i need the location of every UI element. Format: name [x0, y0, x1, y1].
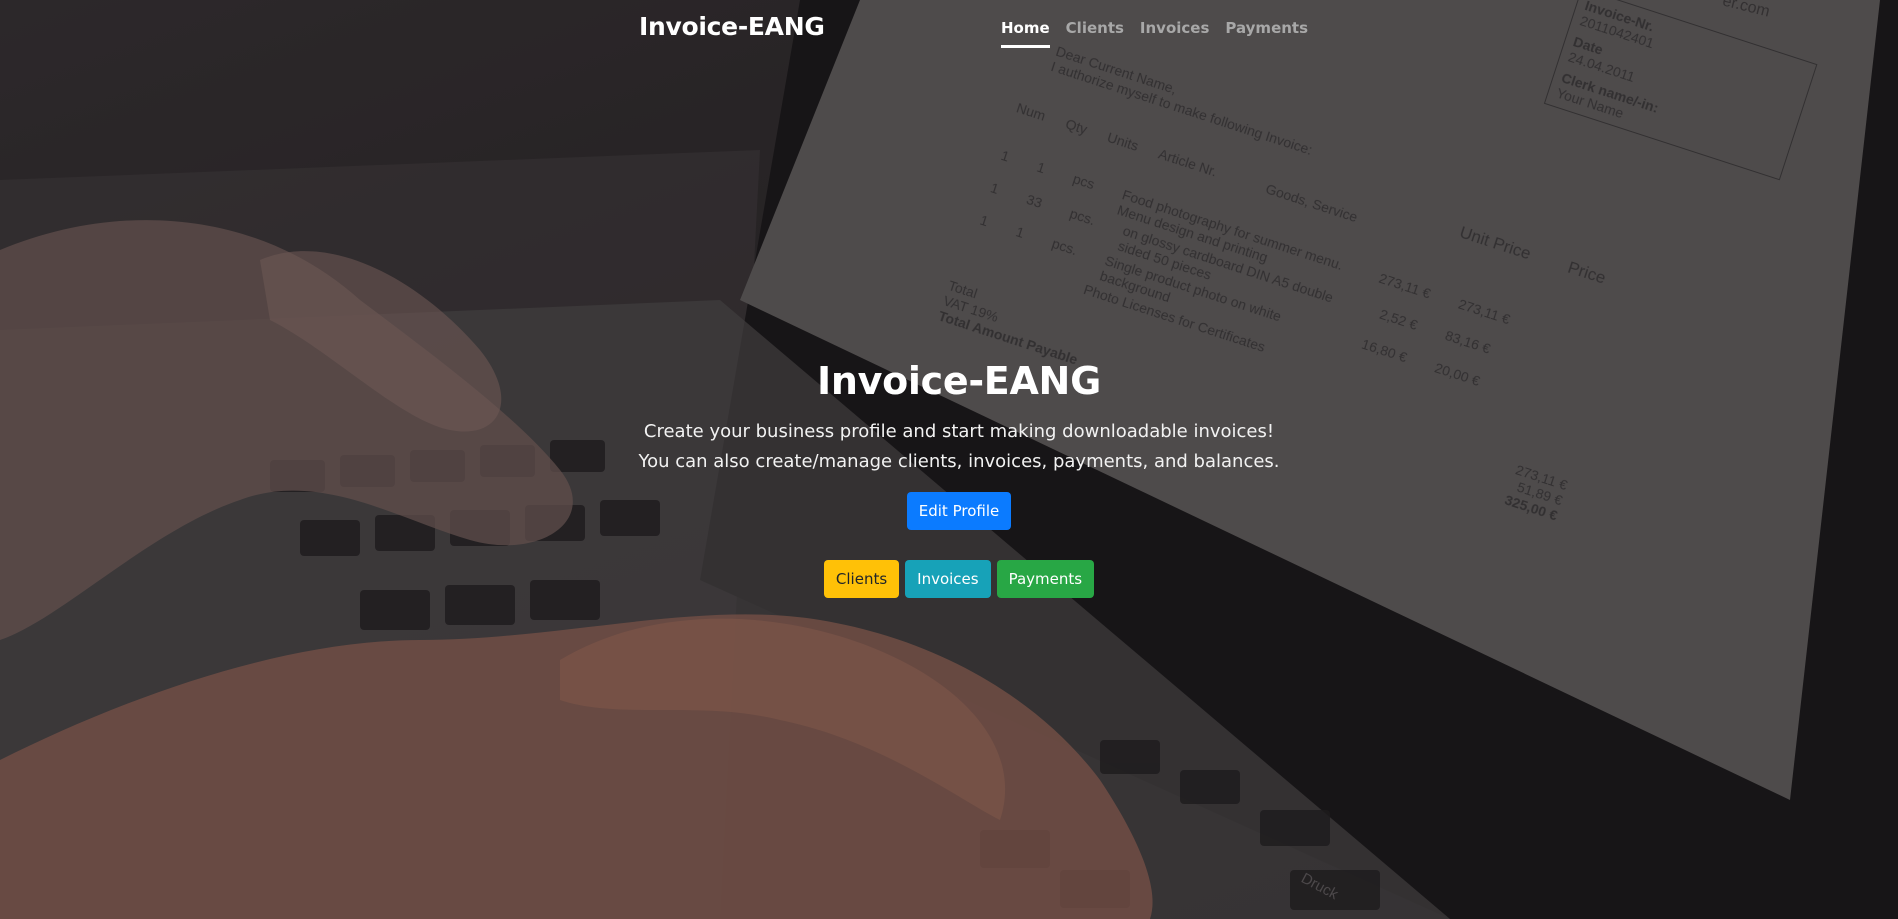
nav-link-payments[interactable]: Payments: [1217, 18, 1316, 48]
hero-content: Invoice-EANG Create your business profil…: [0, 355, 1898, 598]
quick-links: Clients Invoices Payments: [0, 560, 1898, 598]
hero-description: Create your business profile and start m…: [0, 417, 1898, 477]
edit-profile-button[interactable]: Edit Profile: [906, 492, 1012, 530]
nav-link-clients[interactable]: Clients: [1058, 18, 1132, 48]
navbar-brand[interactable]: Invoice-EANG: [639, 12, 825, 41]
payments-button[interactable]: Payments: [996, 560, 1095, 598]
hero-title: Invoice-EANG: [817, 359, 1101, 403]
hero-description-line-2: You can also create/manage clients, invo…: [638, 451, 1280, 472]
invoices-button[interactable]: Invoices: [905, 560, 991, 598]
clients-button[interactable]: Clients: [823, 560, 900, 598]
profile-actions: Edit Profile: [0, 492, 1898, 530]
nav-link-home[interactable]: Home: [1001, 18, 1058, 48]
nav-link-invoices[interactable]: Invoices: [1132, 18, 1217, 48]
hero-description-line-1: Create your business profile and start m…: [643, 421, 1275, 442]
main-nav: Home Clients Invoices Payments: [1001, 18, 1316, 48]
